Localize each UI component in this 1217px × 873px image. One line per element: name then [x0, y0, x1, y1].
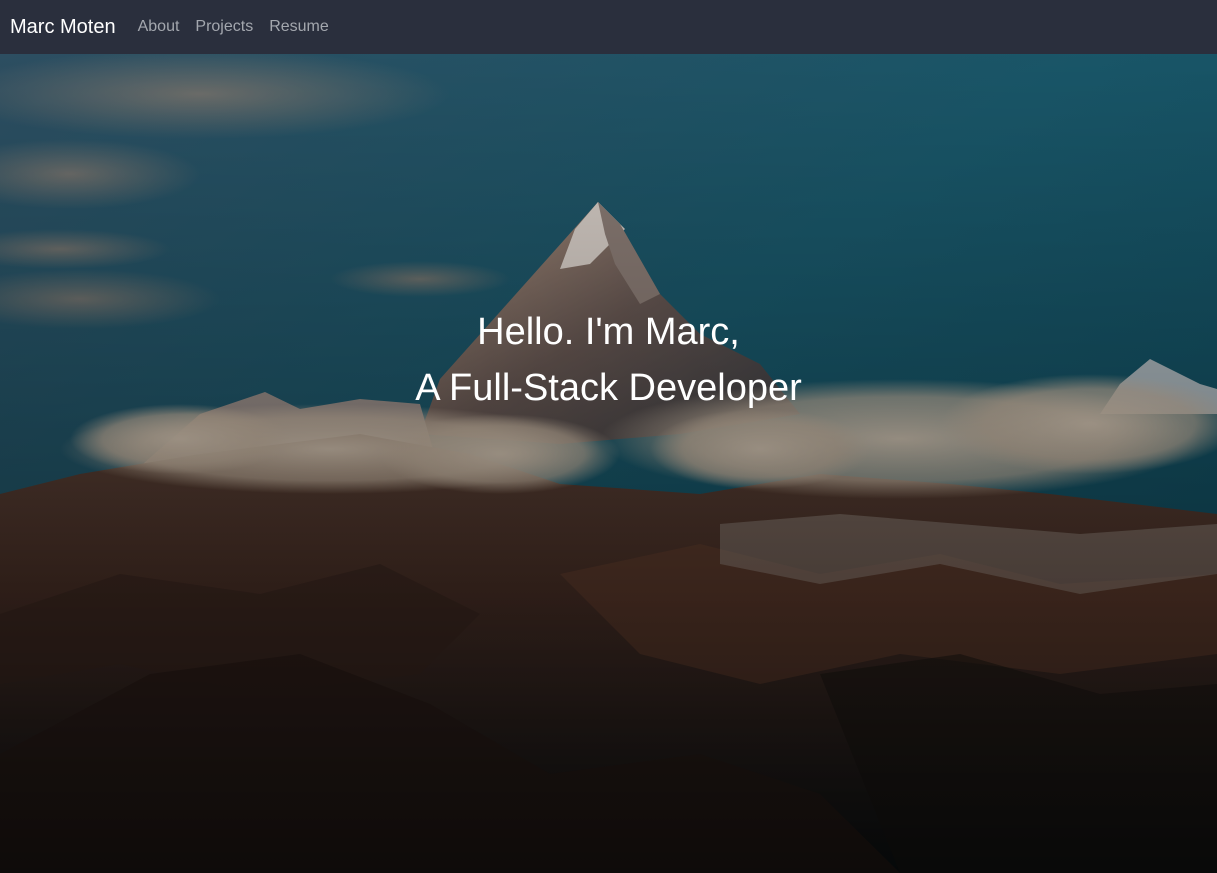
- hero-section: Hello. I'm Marc, A Full-Stack Developer: [0, 54, 1217, 873]
- brand-link[interactable]: Marc Moten: [10, 16, 116, 39]
- hero-title: A Full-Stack Developer: [415, 367, 802, 409]
- hero-background-image: [0, 54, 1217, 873]
- nav-link-resume[interactable]: Resume: [269, 18, 329, 36]
- hero-greeting: Hello. I'm Marc,: [477, 311, 740, 353]
- navbar: Marc Moten About Projects Resume: [0, 0, 1217, 54]
- nav-link-projects[interactable]: Projects: [195, 18, 253, 36]
- nav-link-about[interactable]: About: [138, 18, 180, 36]
- hero-headline: Hello. I'm Marc, A Full-Stack Developer: [0, 304, 1217, 416]
